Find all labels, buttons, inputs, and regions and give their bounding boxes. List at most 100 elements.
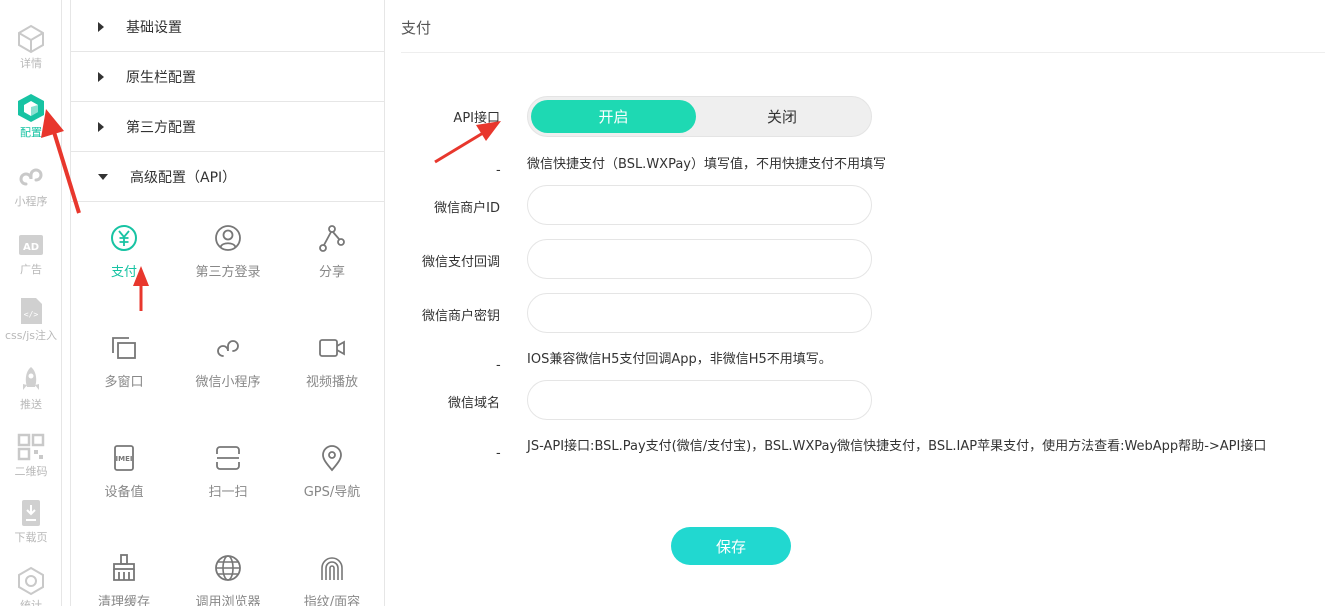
download-page-icon xyxy=(22,500,40,526)
section-label: 原生栏配置 xyxy=(126,69,196,86)
rail-label: 推送 xyxy=(20,398,42,411)
rail-label: 配置 xyxy=(20,126,42,139)
mini-program-icon xyxy=(19,168,43,186)
grid-label: GPS/导航 xyxy=(303,485,361,500)
scan-icon xyxy=(216,446,240,470)
rocket-icon xyxy=(23,367,39,390)
grid-item-payment[interactable]: 支付 xyxy=(72,223,176,280)
grid-label: 设备值 xyxy=(104,485,144,500)
caret-down-icon xyxy=(98,173,108,180)
rail-label: css/js注入 xyxy=(4,329,57,342)
section-label: 高级配置（API） xyxy=(130,169,237,186)
caret-right-icon xyxy=(98,21,104,32)
rail-item-mini-program[interactable]: 小程序 xyxy=(0,162,62,209)
ad-icon: AD xyxy=(19,235,43,255)
rail-item-download[interactable]: 下载页 xyxy=(0,498,62,545)
svg-text:IMEI: IMEI xyxy=(116,455,133,463)
caret-right-icon xyxy=(98,71,104,82)
grid-label: 视频播放 xyxy=(305,375,358,390)
wechat-domain-label: 微信域名 xyxy=(447,396,500,411)
stats-icon xyxy=(18,566,44,596)
grid-item-open-browser[interactable]: 调用浏览器 xyxy=(176,553,280,606)
location-pin-icon xyxy=(322,445,342,472)
merchant-key-input[interactable] xyxy=(527,293,872,333)
rail-item-config[interactable]: 配置 xyxy=(0,93,62,140)
merchant-id-input[interactable] xyxy=(527,185,872,225)
grid-label: 扫一扫 xyxy=(208,485,248,500)
yuan-circle-icon xyxy=(111,225,137,251)
fingerprint-icon xyxy=(321,557,343,580)
code-file-icon: </> xyxy=(21,298,42,324)
rail-item-ad[interactable]: AD 广告 xyxy=(0,230,62,277)
rail-label: 详情 xyxy=(20,57,42,70)
api-toggle: 开启 关闭 xyxy=(527,96,872,137)
pay-callback-label: 微信支付回调 xyxy=(421,255,500,270)
mini-program-icon xyxy=(217,340,239,357)
rail-label: 小程序 xyxy=(14,195,48,208)
toggle-on-option[interactable]: 开启 xyxy=(531,100,696,133)
section-label: 第三方配置 xyxy=(126,119,196,136)
section-basic-settings[interactable]: 基础设置 xyxy=(71,2,384,52)
rail-item-push[interactable]: 推送 xyxy=(0,365,62,412)
grid-label: 多窗口 xyxy=(104,375,144,390)
grid-label: 第三方登录 xyxy=(195,265,261,280)
js-api-hint: JS-API接口:BSL.Pay支付(微信/支付宝)，BSL.WXPay微信快捷… xyxy=(527,439,1267,454)
wechat-domain-input[interactable] xyxy=(527,380,872,420)
ios-h5-hint: IOS兼容微信H5支付回调App，非微信H5不用填写。 xyxy=(527,352,832,367)
qr-code-icon xyxy=(17,433,45,461)
api-label: API接口 xyxy=(453,111,500,126)
grid-item-video[interactable]: 视频播放 xyxy=(280,333,384,390)
rail-label: 二维码 xyxy=(14,465,48,478)
payment-form: 支付 API接口 开启 关闭 - 微信快捷支付（BSL.WXPay）填写值，不用… xyxy=(386,0,1325,606)
grid-item-wechat-mini-program[interactable]: 微信小程序 xyxy=(176,333,280,390)
caret-right-icon xyxy=(98,121,104,132)
grid-label: 调用浏览器 xyxy=(195,595,261,606)
grid-label: 微信小程序 xyxy=(195,375,261,390)
rail-label: 下载页 xyxy=(14,531,48,544)
grid-item-scan[interactable]: 扫一扫 xyxy=(176,443,280,500)
hint-dash: - xyxy=(496,163,501,178)
grid-label: 支付 xyxy=(110,265,137,280)
rail-item-qr[interactable]: 二维码 xyxy=(0,432,62,479)
section-advanced-api[interactable]: 高级配置（API） xyxy=(71,152,384,202)
section-label: 基础设置 xyxy=(126,19,182,36)
grid-label: 清理缓存 xyxy=(97,595,150,606)
user-circle-icon xyxy=(215,225,241,251)
globe-icon xyxy=(215,555,241,581)
merchant-id-label: 微信商户ID xyxy=(434,201,500,216)
rail-item-css-js[interactable]: </> css/js注入 xyxy=(0,296,62,343)
cube-filled-icon xyxy=(18,94,44,122)
merchant-key-label: 微信商户密钥 xyxy=(421,309,500,324)
settings-panel: 基础设置 原生栏配置 第三方配置 高级配置（API） 支付 第三方登录 分享 多… xyxy=(70,0,385,606)
cube-outline-icon xyxy=(18,24,44,54)
multi-window-icon xyxy=(112,337,136,359)
rail-item-details[interactable]: 详情 xyxy=(0,24,62,71)
grid-item-fingerprint[interactable]: 指纹/面容 xyxy=(280,553,384,606)
imei-icon: IMEI xyxy=(114,445,134,471)
rail-item-stats[interactable]: 统计 xyxy=(0,566,62,606)
share-icon xyxy=(319,225,345,252)
grid-item-third-party-login[interactable]: 第三方登录 xyxy=(176,223,280,280)
title-divider xyxy=(401,52,1325,53)
hint-dash: - xyxy=(496,358,501,373)
video-icon xyxy=(319,339,345,357)
save-button[interactable]: 保存 xyxy=(671,527,791,565)
grid-item-device-value[interactable]: IMEI 设备值 xyxy=(72,443,176,500)
grid-item-gps[interactable]: GPS/导航 xyxy=(280,443,384,500)
grid-label: 分享 xyxy=(318,265,345,280)
grid-label: 指纹/面容 xyxy=(303,595,361,606)
pay-callback-input[interactable] xyxy=(527,239,872,279)
section-third-party[interactable]: 第三方配置 xyxy=(71,102,384,152)
icon-rail: 详情 配置 小程序 AD 广告 </> css/js注入 推送 二维码 下载页 … xyxy=(0,0,62,606)
svg-text:</>: </> xyxy=(24,310,39,319)
svg-text:AD: AD xyxy=(23,242,39,253)
section-native-bar[interactable]: 原生栏配置 xyxy=(71,52,384,102)
app-window: 详情 配置 小程序 AD 广告 </> css/js注入 推送 二维码 下载页 … xyxy=(0,0,1325,606)
rail-label: 广告 xyxy=(20,263,42,276)
grid-item-share[interactable]: 分享 xyxy=(280,223,384,280)
hint-dash: - xyxy=(496,446,501,461)
grid-item-clear-cache[interactable]: 清理缓存 xyxy=(72,553,176,606)
wxpay-hint: 微信快捷支付（BSL.WXPay）填写值，不用快捷支付不用填写 xyxy=(527,157,886,172)
toggle-off-option[interactable]: 关闭 xyxy=(698,100,866,133)
grid-item-multi-window[interactable]: 多窗口 xyxy=(72,333,176,390)
